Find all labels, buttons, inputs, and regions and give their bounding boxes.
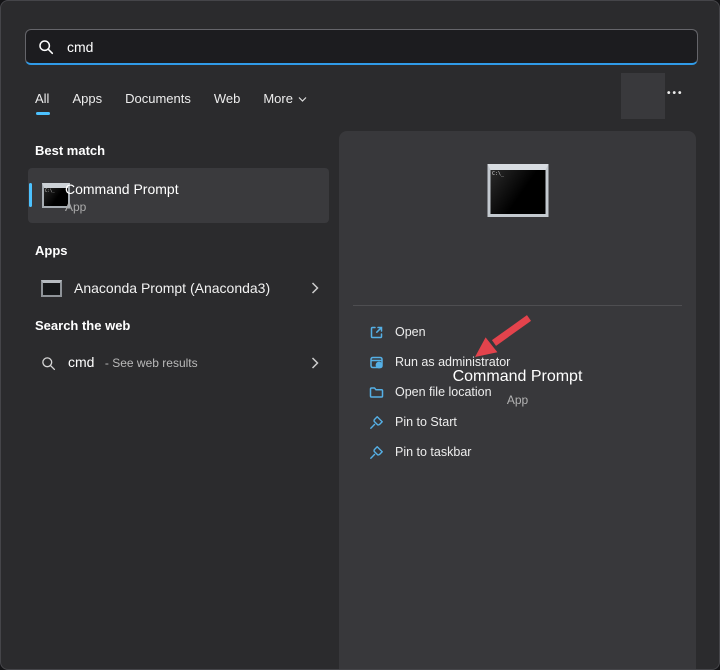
best-match-subtitle: App [65,199,179,215]
search-input[interactable] [65,38,685,56]
preview-panel: C:\_ Command Prompt App Open Run as a [339,131,696,670]
best-match-heading: Best match [35,143,105,158]
anaconda-prompt-icon [41,280,62,297]
list-item-web-search[interactable]: cmd - See web results [28,345,329,381]
action-label: Pin to Start [395,415,457,429]
action-pin-to-start[interactable]: Pin to Start [339,407,696,437]
action-list: Open Run as administrator Open file loca… [339,317,696,467]
tab-more[interactable]: More [263,91,307,115]
tab-web[interactable]: Web [214,91,241,115]
divider [353,305,682,306]
chevron-down-icon [298,96,307,102]
tab-documents[interactable]: Documents [125,91,191,115]
pin-icon [369,445,384,460]
tab-more-label: More [263,91,293,106]
search-icon [41,356,56,371]
apps-section-heading: Apps [35,243,68,258]
tab-all-label: All [35,91,49,106]
tab-apps-label: Apps [72,91,102,106]
chevron-right-icon[interactable] [311,357,319,369]
chevron-right-icon[interactable] [311,282,319,294]
filter-tabs: All Apps Documents Web More [35,91,307,115]
tab-documents-label: Documents [125,91,191,106]
search-icon [38,39,54,55]
list-item-anaconda-prompt[interactable]: Anaconda Prompt (Anaconda3) [28,270,329,306]
action-pin-to-taskbar[interactable]: Pin to taskbar [339,437,696,467]
web-section-heading: Search the web [35,318,130,333]
action-label: Open file location [395,385,492,399]
search-bar[interactable] [25,29,698,65]
pin-icon [369,415,384,430]
list-item-label: Anaconda Prompt (Anaconda3) [74,280,299,296]
action-open-file-location[interactable]: Open file location [339,377,696,407]
folder-icon [369,385,384,400]
tab-apps[interactable]: Apps [72,91,102,115]
action-label: Open [395,325,426,339]
open-external-icon [369,325,384,340]
active-tab-underline [36,112,50,115]
decorative-tile [621,73,665,119]
action-open[interactable]: Open [339,317,696,347]
action-label: Pin to taskbar [395,445,471,459]
action-run-as-administrator[interactable]: Run as administrator [339,347,696,377]
best-match-item-command-prompt[interactable]: C:\_ Command Prompt App [28,168,329,223]
web-search-query: cmd [68,354,94,370]
command-prompt-icon-large: C:\_ [487,164,548,217]
run-as-admin-icon [369,355,384,370]
tab-all[interactable]: All [35,91,49,115]
start-search-flyout: All Apps Documents Web More ••• Best mat… [0,0,720,670]
more-options-button[interactable]: ••• [667,88,684,99]
selection-indicator [29,183,32,207]
tab-web-label: Web [214,91,241,106]
best-match-title: Command Prompt [65,180,179,198]
web-search-suffix: - See web results [105,356,198,370]
action-label: Run as administrator [395,355,510,369]
